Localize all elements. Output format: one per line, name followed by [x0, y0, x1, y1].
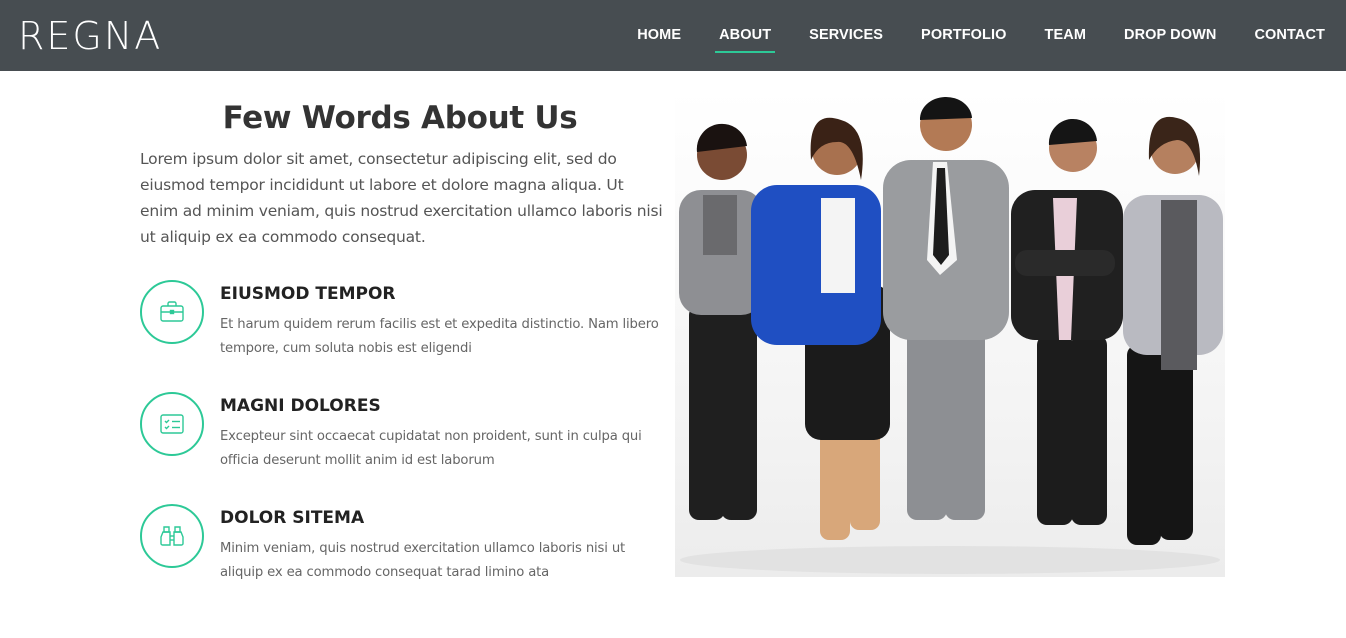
- feature-description: Excepteur sint occaecat cupidatat non pr…: [220, 429, 642, 468]
- person-figure: [883, 96, 1009, 520]
- nav-about[interactable]: ABOUT: [715, 0, 776, 71]
- feature-title[interactable]: EIUSMOD TEMPOR: [220, 284, 396, 304]
- nav-team[interactable]: TEAM: [1045, 0, 1086, 71]
- feature-description: Minim veniam, quis nostrud exercitation …: [220, 541, 626, 580]
- binoculars-icon: [140, 504, 204, 568]
- nav-services[interactable]: SERVICES: [809, 0, 883, 71]
- feature-description: Et harum quidem rerum facilis est et exp…: [220, 317, 659, 356]
- section-title: Few Words About Us: [222, 100, 578, 136]
- main-nav: HOME ABOUT SERVICES PORTFOLIO TEAM DROP …: [637, 0, 1346, 71]
- card-checklist-icon: [140, 392, 204, 456]
- nav-contact[interactable]: CONTACT: [1254, 0, 1325, 71]
- feature-item: MAGNI DOLORES Excepteur sint occaecat cu…: [140, 392, 670, 492]
- feature-item: EIUSMOD TEMPOR Et harum quidem rerum fac…: [140, 280, 670, 380]
- person-figure: [1123, 116, 1223, 545]
- team-photo: [675, 90, 1225, 577]
- nav-drop-down[interactable]: DROP DOWN: [1124, 0, 1216, 71]
- intro-paragraph: Lorem ipsum dolor sit amet, consectetur …: [140, 150, 663, 246]
- person-figure: [679, 123, 763, 520]
- nav-home[interactable]: HOME: [637, 0, 681, 71]
- person-figure: [751, 117, 890, 540]
- briefcase-icon: [140, 280, 204, 344]
- site-logo[interactable]: REGNA: [18, 14, 162, 58]
- person-figure: [1011, 118, 1123, 525]
- feature-item: DOLOR SITEMA Minim veniam, quis nostrud …: [140, 504, 670, 604]
- feature-title[interactable]: DOLOR SITEMA: [220, 508, 364, 528]
- site-header: REGNA HOME ABOUT SERVICES PORTFOLIO TEAM…: [0, 0, 1346, 71]
- feature-title[interactable]: MAGNI DOLORES: [220, 396, 381, 416]
- nav-portfolio[interactable]: PORTFOLIO: [921, 0, 1006, 71]
